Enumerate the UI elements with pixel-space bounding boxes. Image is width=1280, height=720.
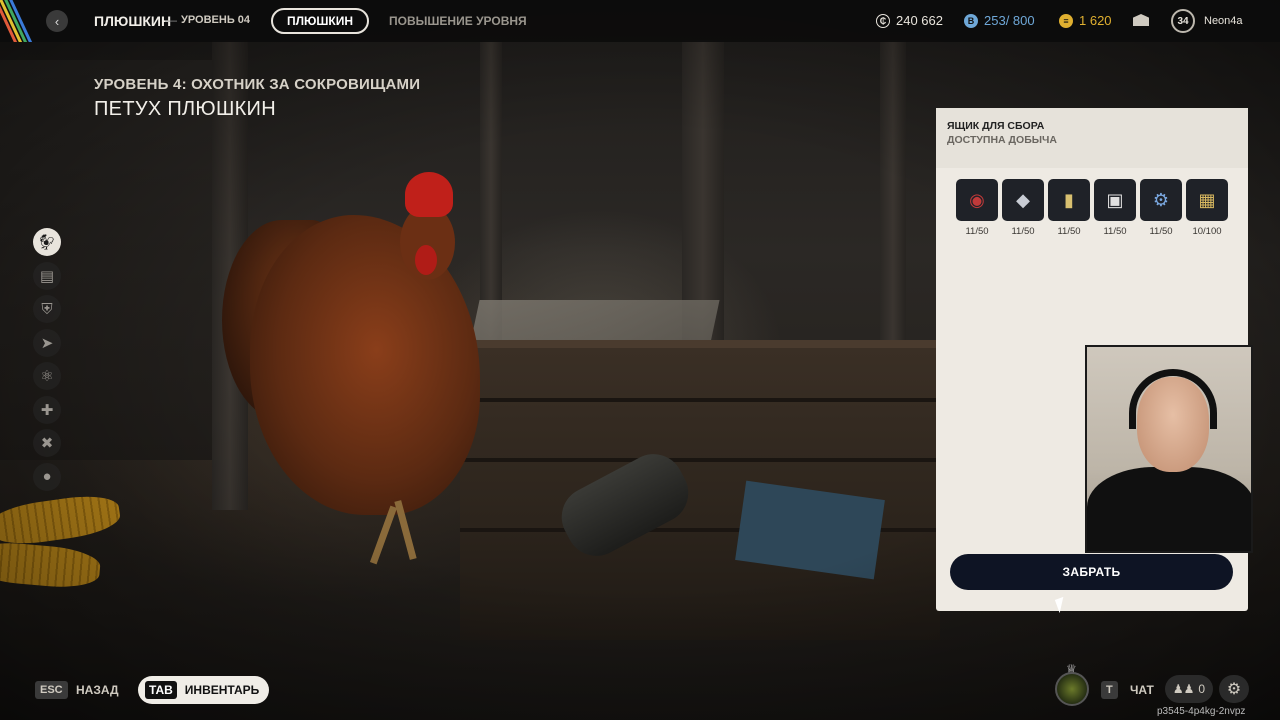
loot-item[interactable]: ⚙ 11/50	[1140, 179, 1182, 237]
metal-sheet-icon: ◆	[1002, 179, 1044, 221]
inventory-button[interactable]: TAB ИНВЕНТАРЬ	[138, 676, 269, 704]
cable-icon: ◉	[956, 179, 998, 221]
brand-stripes	[0, 0, 44, 42]
tab-key: TAB	[145, 681, 177, 699]
level-title: УРОВЕНЬ 4: ОХОТНИК ЗА СОКРОВИЩАМИ	[94, 76, 421, 93]
player-level-badge: 34	[1171, 9, 1195, 33]
webcam-person-body	[1087, 467, 1251, 551]
shield-icon: ⛨	[41, 300, 53, 318]
friends-icon: ♟♟	[1172, 682, 1195, 696]
settings-button[interactable]: ⚙	[1219, 675, 1249, 703]
workbench-icon: ▤	[39, 267, 55, 285]
coin-icon: ₵	[876, 13, 890, 28]
loot-item[interactable]: ◉ 11/50	[956, 179, 998, 237]
sidebar-item-workbench[interactable]: ▤	[33, 261, 61, 290]
rooster-icon: 🐓︎	[37, 234, 57, 251]
currency-scrip: ≡ 1 620	[1059, 13, 1112, 28]
scrip-icon: ≡	[1059, 13, 1073, 28]
collect-button[interactable]: ЗАБРАТЬ	[950, 554, 1233, 590]
headset-icon	[1129, 369, 1217, 429]
tab-plushkin[interactable]: ПЛЮШКИН	[271, 8, 369, 34]
sidebar-item-upgrade[interactable]: ➤	[33, 328, 61, 357]
chevron-left-icon: ‹	[54, 13, 60, 29]
chat-label[interactable]: ЧАТ	[1130, 683, 1154, 697]
breadcrumb-level: УРОВЕНЬ 04	[181, 14, 251, 26]
username[interactable]: Neon4a	[1204, 15, 1243, 27]
webcam-overlay	[1085, 345, 1253, 553]
tab-level-up[interactable]: ПОВЫШЕНИЕ УРОВНЯ	[389, 14, 527, 28]
canister-icon: ▮	[1048, 179, 1090, 221]
chat-key[interactable]: T	[1101, 681, 1118, 699]
sidebar-item-armor[interactable]: ⛨	[33, 295, 61, 323]
esc-key[interactable]: ESC	[35, 681, 68, 699]
loot-item[interactable]: ◆ 11/50	[1002, 179, 1044, 237]
category-sidebar: 🐓︎ ▤ ⛨ ➤ ⚛ ✚ ✖ ●	[33, 228, 63, 496]
loot-panel-subtitle: ДОСТУПНА ДОБЫЧА	[947, 134, 1057, 146]
sidebar-item-medical[interactable]: ✚	[33, 395, 61, 424]
sidebar-item-rooster[interactable]: 🐓︎	[33, 228, 61, 256]
top-bar: ‹ ПЛЮШКИН — УРОВЕНЬ 04 ПЛЮШКИН ПОВЫШЕНИЕ…	[0, 0, 1280, 42]
back-button[interactable]: ‹	[46, 10, 68, 32]
sidebar-item-grenade[interactable]: ●	[33, 462, 61, 491]
loot-item[interactable]: ▦ 10/100	[1186, 179, 1228, 237]
gear-icon: ⚙	[1226, 681, 1242, 698]
loot-item[interactable]: ▮ 11/50	[1048, 179, 1090, 237]
loot-panel-title: ЯЩИК ДЛЯ СБОРА	[947, 120, 1045, 132]
currency-bonds: B 253/ 800	[964, 13, 1035, 28]
mail-icon[interactable]	[1133, 14, 1149, 26]
avatar[interactable]	[1055, 672, 1089, 706]
breadcrumb-main: ПЛЮШКИН	[94, 13, 172, 29]
loot-items: ◉ 11/50 ◆ 11/50 ▮ 11/50 ▣ 11/50 ⚙ 11/50 …	[956, 179, 1228, 237]
friends-button[interactable]: ♟♟ 0	[1165, 675, 1213, 703]
sidebar-item-atom[interactable]: ⚛	[33, 362, 61, 390]
session-id: p3545-4p4kg-2nvpz	[1157, 706, 1246, 717]
currency-coins: ₵ 240 662	[876, 13, 943, 28]
loot-item[interactable]: ▣ 11/50	[1094, 179, 1136, 237]
atom-icon: ⚛	[40, 368, 54, 385]
subject-title: ПЕТУХ ПЛЮШКИН	[94, 98, 276, 120]
upgrade-icon: ➤	[40, 334, 54, 352]
friends-count: 0	[1198, 682, 1206, 696]
medkit-icon: ✚	[40, 401, 54, 419]
device-icon: ▣	[1094, 179, 1136, 221]
bond-icon: B	[964, 13, 978, 28]
tools-icon: ✖	[40, 435, 54, 452]
back-label[interactable]: НАЗАД	[76, 683, 119, 697]
inventory-label: ИНВЕНТАРЬ	[184, 683, 260, 697]
scrap-box-icon: ▦	[1186, 179, 1228, 221]
electronics-icon: ⚙	[1140, 179, 1182, 221]
breadcrumb-separator: —	[165, 13, 177, 27]
sidebar-item-tools[interactable]: ✖	[33, 429, 61, 457]
grenade-icon: ●	[42, 468, 52, 485]
